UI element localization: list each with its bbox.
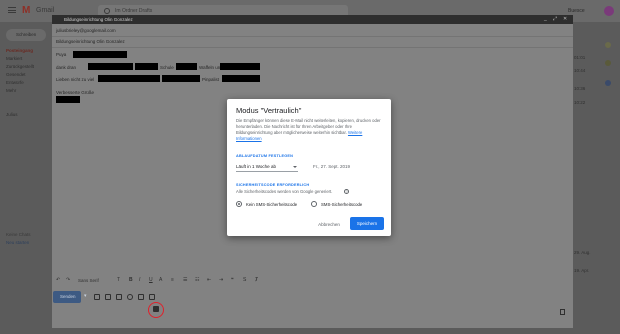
avatar[interactable]	[604, 6, 614, 16]
side-panel	[596, 22, 620, 334]
numbered-list-icon[interactable]: ☰	[183, 277, 187, 283]
sidebar-item-more[interactable]: Mehr	[6, 88, 16, 93]
chevron-down-icon[interactable]	[293, 166, 297, 168]
to-field[interactable]: juliusbrieley@googlemail.com	[56, 28, 116, 33]
sidebar-item-starred[interactable]: Markiert	[6, 56, 22, 61]
main-menu-icon[interactable]	[8, 7, 16, 13]
send-options-icon[interactable]: ▾	[84, 293, 87, 299]
account-name: Buesce	[568, 8, 585, 14]
redacted-block	[98, 75, 160, 82]
underline-icon[interactable]: U	[149, 277, 153, 283]
gmail-logo-text[interactable]: Gmail	[36, 7, 54, 14]
redo-icon[interactable]: ↷	[66, 277, 70, 283]
redacted-block	[135, 63, 158, 70]
passcode-section-heading: SICHERHEITSCODE ERFORDERLICH	[236, 183, 310, 187]
photo-icon[interactable]	[149, 294, 155, 300]
discard-draft-icon[interactable]	[560, 309, 565, 315]
minimize-icon[interactable]: _	[544, 16, 547, 22]
radio-no-sms-passcode[interactable]	[236, 201, 242, 207]
sidebar-item-drafts[interactable]: Entwürfe	[6, 80, 24, 85]
compose-button-label: Schreiben	[16, 32, 37, 37]
body-greeting: Puya	[56, 52, 67, 57]
indent-less-icon[interactable]: ⇤	[207, 277, 211, 283]
bold-icon[interactable]: B	[129, 277, 133, 283]
align-icon[interactable]: ≡	[171, 277, 174, 283]
radio-sms-label[interactable]: SMS-Sicherheitscode	[321, 202, 362, 207]
help-icon[interactable]: ?	[344, 188, 349, 194]
confidential-mode-highlight	[148, 302, 164, 318]
list-date: 19. Apr.	[574, 268, 590, 273]
meet-start-link[interactable]: Neu starten	[6, 240, 29, 245]
subject-field[interactable]: Bildungseinrichtung Olin Gonzalez	[56, 39, 125, 44]
font-select[interactable]: Sans Serif	[78, 278, 99, 283]
drive-icon[interactable]	[138, 294, 144, 300]
undo-icon[interactable]: ↶	[56, 277, 60, 283]
font-size-icon[interactable]: T	[117, 277, 120, 283]
emoji-icon[interactable]	[127, 294, 133, 300]
quote-icon[interactable]: ❝	[231, 277, 234, 283]
link-icon[interactable]	[116, 294, 122, 300]
body-line-2-mid: Schule	[160, 65, 174, 70]
redacted-block	[73, 51, 127, 58]
italic-icon[interactable]: I	[139, 277, 140, 283]
sidebar-item-inbox[interactable]: Posteingang	[6, 48, 33, 53]
to-divider	[52, 36, 573, 37]
hangouts-user[interactable]: Julius	[6, 112, 18, 117]
list-date: 10:36	[574, 86, 586, 91]
indent-more-icon[interactable]: ⇥	[219, 277, 223, 283]
passcode-note: Alle Sicherheitscodes werden von Google …	[236, 189, 333, 194]
redacted-block	[56, 96, 80, 103]
save-button[interactable]: Speichern	[350, 216, 384, 230]
dialog-description: Die Empfänger können diese E-Mail nicht …	[236, 118, 384, 142]
gmail-logo-icon[interactable]: M	[22, 6, 34, 16]
send-button-label: Senden	[60, 294, 76, 299]
strikethrough-icon[interactable]: S	[243, 277, 246, 283]
tasks-icon[interactable]	[605, 80, 611, 86]
sidebar-item-snoozed[interactable]: Zurückgestellt	[6, 64, 34, 69]
list-date: 01:01	[574, 55, 586, 60]
list-date: 10:22	[574, 100, 586, 105]
close-icon[interactable]: ✕	[563, 16, 567, 22]
remove-format-icon[interactable]: Ⱦ	[255, 277, 258, 283]
expiry-section-heading: ABLAUFDATUM FESTLEGEN	[236, 154, 294, 158]
search-icon[interactable]	[104, 8, 110, 14]
formatting-toggle-icon[interactable]	[94, 294, 100, 300]
dialog-title: Modus "Vertraulich"	[236, 106, 302, 115]
compose-header: Bildungseinrichtung Olin Gonzalez _ ⤢ ✕	[52, 15, 573, 24]
cancel-button[interactable]: Abbrechen	[312, 219, 346, 229]
body-signature: Verbesserte Grüße	[56, 90, 95, 95]
subject-divider	[52, 47, 573, 48]
list-date: 10:44	[574, 68, 586, 73]
bulleted-list-icon[interactable]: ☷	[195, 277, 199, 283]
redacted-block	[222, 75, 260, 82]
body-line-3-prefix: Lieben nicht zu viel	[56, 77, 95, 82]
radio-sms-passcode[interactable]	[311, 201, 317, 207]
body-line-2-prefix: dank dran	[56, 65, 77, 70]
expiry-select-value[interactable]: Läuft in 1 Woche ab	[236, 164, 276, 169]
keep-icon[interactable]	[605, 60, 611, 66]
expiry-date: Fr., 27. Sept. 2019	[313, 164, 351, 169]
compose-title: Bildungseinrichtung Olin Gonzalez	[64, 17, 133, 22]
confidential-mode-dialog: Modus "Vertraulich" Die Empfänger können…	[227, 99, 391, 236]
sidebar-item-sent[interactable]: Gesendet	[6, 72, 26, 77]
redacted-block	[88, 63, 133, 70]
calendar-icon[interactable]	[605, 42, 611, 48]
search-text[interactable]: Im Ordner Drafts	[115, 8, 152, 14]
list-date: 29. Aug.	[574, 250, 591, 255]
attach-icon[interactable]	[105, 294, 111, 300]
text-color-icon[interactable]: A	[159, 277, 162, 283]
radio-no-sms-label[interactable]: Kein SMS-Sicherheitscode	[246, 202, 297, 207]
fullscreen-icon[interactable]: ⤢	[553, 16, 557, 22]
meet-empty-label: Keine Chats	[6, 232, 31, 237]
redacted-block	[220, 63, 260, 70]
redacted-block	[162, 75, 200, 82]
redacted-block	[176, 63, 197, 70]
body-line-3-suffix: Pinpalist	[202, 77, 220, 82]
